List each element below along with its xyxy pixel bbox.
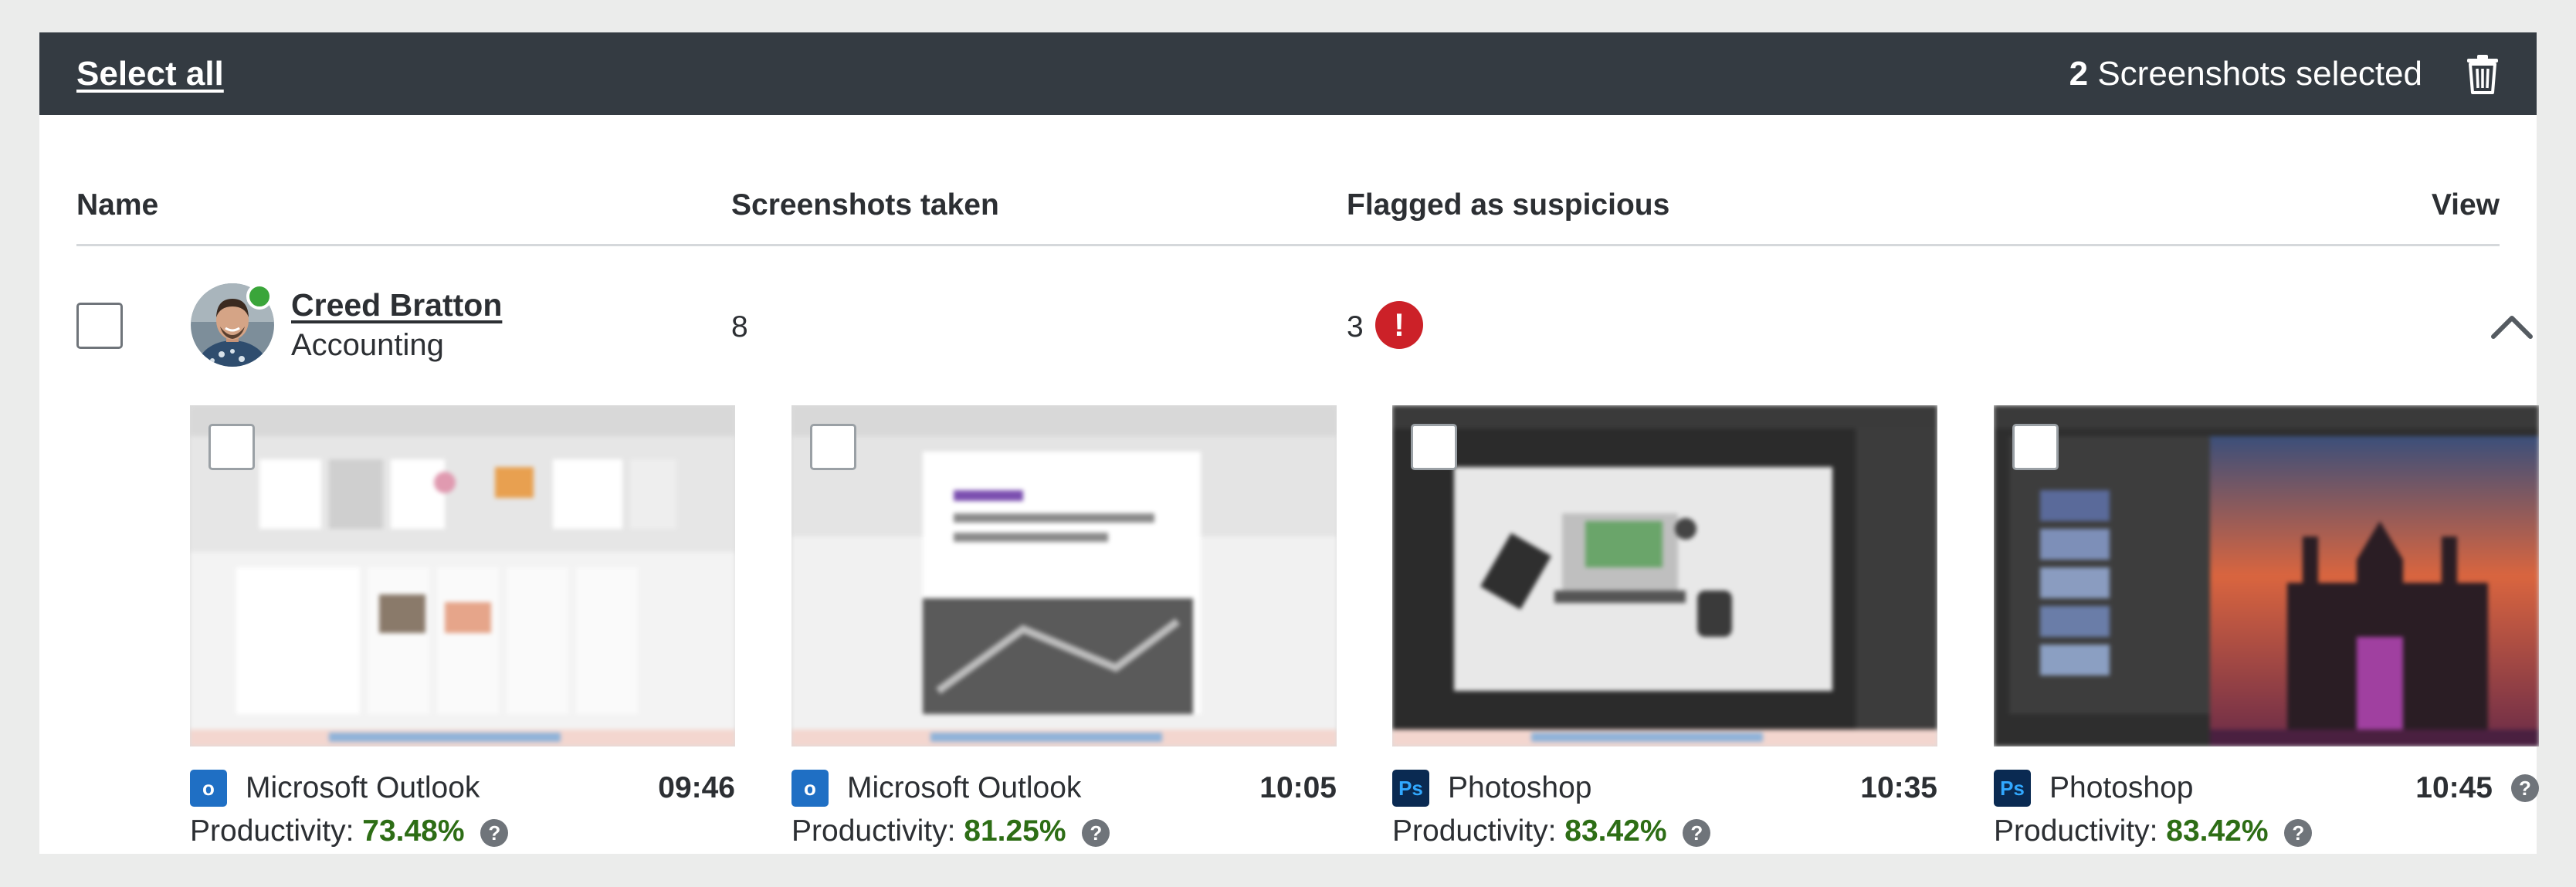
photoshop-cathedral-screenshot-image <box>1994 405 2539 747</box>
productivity-value: 81.25% <box>964 814 1066 848</box>
app-name: Photoshop <box>1448 771 1592 804</box>
screenshots-taken-count: 8 <box>731 310 748 344</box>
productivity-label: Productivity: <box>1392 814 1557 848</box>
help-icon[interactable]: ? <box>2511 774 2539 802</box>
app-name: Microsoft Outlook <box>246 771 480 804</box>
table-row: Creed Bratton Accounting 8 3 ! <box>76 249 2533 395</box>
selected-count: 2 <box>2069 54 2089 93</box>
help-icon[interactable]: ? <box>1683 818 1711 847</box>
header-screenshots-taken: Screenshots taken <box>731 188 999 222</box>
screenshot-thumbnail[interactable] <box>791 405 1337 747</box>
flagged-count: 3 <box>1347 310 1364 344</box>
selected-suffix: Screenshots selected <box>2097 54 2422 93</box>
screenshot-checkbox[interactable] <box>208 424 255 470</box>
outlook-screenshot-image <box>190 405 735 747</box>
help-icon[interactable]: ? <box>480 818 509 847</box>
screenshot-checkbox[interactable] <box>810 424 856 470</box>
chevron-up-icon[interactable] <box>2489 312 2535 340</box>
productivity-row: Productivity: 83.42% ? <box>1392 814 1711 848</box>
selection-summary: 2 Screenshots selected <box>2069 55 2422 93</box>
app-name: Photoshop <box>2049 771 2194 804</box>
header-view: View <box>2431 188 2500 222</box>
screenshot-app-row: o Microsoft Outlook 10:05 <box>791 768 1337 808</box>
productivity-value: 83.42% <box>2166 814 2269 848</box>
screenshot-thumbnail[interactable] <box>1392 405 1937 747</box>
screenshot-checkbox[interactable] <box>2012 424 2059 470</box>
productivity-row: Productivity: 73.48% ? <box>190 814 509 848</box>
screenshot-thumbnail[interactable] <box>190 405 735 747</box>
help-icon[interactable]: ? <box>1082 818 1110 847</box>
screenshot-time: 10:45 <box>2415 771 2493 804</box>
trash-icon[interactable] <box>2466 54 2500 94</box>
screenshot-app-row: o Microsoft Outlook 09:46 <box>190 768 735 808</box>
table-header: Name Screenshots taken Flagged as suspic… <box>76 115 2500 246</box>
productivity-row: Productivity: 83.42% ? <box>1994 814 2313 848</box>
online-status-indicator <box>246 283 273 310</box>
row-checkbox[interactable] <box>76 303 123 349</box>
photoshop-screenshot-image <box>1392 405 1937 747</box>
select-all-link[interactable]: Select all <box>76 55 224 93</box>
outlook-newsletter-screenshot-image <box>791 405 1337 747</box>
user-department: Accounting <box>291 328 444 362</box>
outlook-icon: o <box>791 770 829 807</box>
screenshot-app-row: Ps Photoshop 10:45 ? <box>1994 768 2539 808</box>
screenshot-thumbnail[interactable] <box>1994 405 2539 747</box>
screenshot-time: 10:05 <box>1259 771 1337 804</box>
photoshop-icon: Ps <box>1994 770 2031 807</box>
productivity-value: 83.42% <box>1564 814 1667 848</box>
screenshot-time: 09:46 <box>658 771 735 804</box>
selection-info: 2 Screenshots selected <box>2069 54 2500 94</box>
screenshot-time: 10:35 <box>1860 771 1937 804</box>
productivity-value: 73.48% <box>362 814 465 848</box>
photoshop-icon: Ps <box>1392 770 1429 807</box>
selection-toolbar: Select all 2 Screenshots selected <box>39 32 2537 115</box>
outlook-icon: o <box>190 770 227 807</box>
app-name: Microsoft Outlook <box>847 771 1082 804</box>
header-flagged: Flagged as suspicious <box>1347 188 1670 222</box>
productivity-row: Productivity: 81.25% ? <box>791 814 1110 848</box>
productivity-label: Productivity: <box>791 814 956 848</box>
alert-icon: ! <box>1375 301 1423 349</box>
screenshot-checkbox[interactable] <box>1411 424 1457 470</box>
help-icon[interactable]: ? <box>2284 818 2313 847</box>
productivity-label: Productivity: <box>1994 814 2158 848</box>
productivity-label: Productivity: <box>190 814 354 848</box>
screenshots-panel: Select all 2 Screenshots selected Name S… <box>39 32 2539 854</box>
user-name-link[interactable]: Creed Bratton <box>291 287 502 323</box>
screenshot-app-row: Ps Photoshop 10:35 <box>1392 768 1937 808</box>
header-name: Name <box>76 188 159 222</box>
